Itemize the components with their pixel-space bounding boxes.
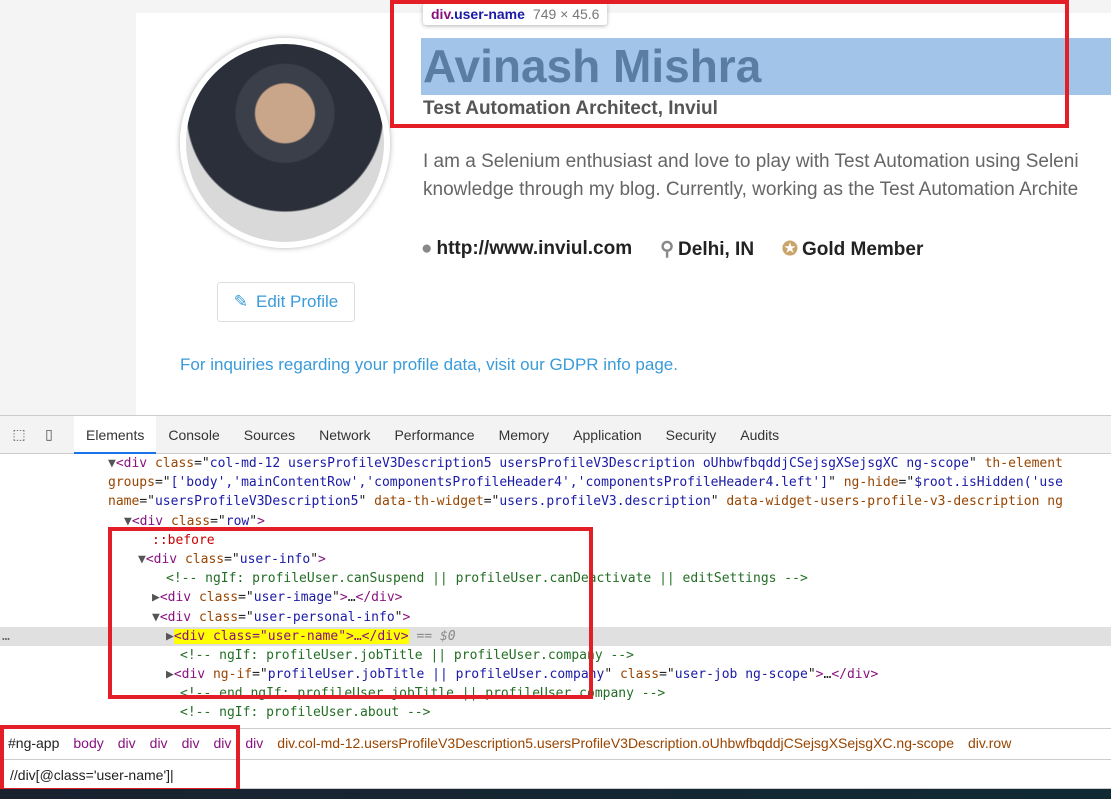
avatar — [180, 38, 390, 248]
code-token: <!-- ngIf: profileUser.about --> — [180, 705, 431, 721]
tree-line[interactable]: <!-- ngIf: profileUser.about --> — [0, 703, 1111, 722]
code-token: class — [619, 667, 660, 683]
code-token: $root.isHidden('use — [914, 475, 1063, 491]
code-token: " — [710, 494, 727, 510]
tab-sources[interactable]: Sources — [232, 416, 307, 454]
code-token: col-md-12 usersProfileV3Description5 use… — [209, 456, 969, 471]
code-token: <div — [115, 456, 155, 471]
tab-application[interactable]: Application — [561, 416, 654, 454]
code-token: " — [807, 667, 816, 683]
annotation-box-tree — [108, 527, 593, 699]
code-token: data-th-widget — [374, 494, 484, 510]
membership: ✪ Gold Member — [782, 239, 924, 260]
tab-performance[interactable]: Performance — [382, 416, 486, 454]
code-token: usersProfileV3Description5 — [154, 494, 359, 510]
tab-elements[interactable]: Elements — [74, 415, 157, 454]
code-token: name — [108, 494, 140, 510]
code-token: " — [828, 475, 844, 491]
code-token: user-job ng-scope — [674, 667, 808, 683]
code-token: =" — [194, 456, 210, 471]
tab-audits[interactable]: Audits — [728, 416, 791, 454]
taskbar — [0, 789, 1111, 799]
tree-line[interactable]: groups="['body','mainContentRow','compon… — [0, 473, 1111, 492]
medal-icon: ✪ — [782, 239, 798, 260]
breadcrumb-item[interactable]: div.col-md-12.usersProfileV3Description5… — [277, 735, 954, 751]
code-token: ['body','mainContentRow','componentsProf… — [170, 475, 829, 491]
user-meta: ● http://www.inviul.com ⚲ Delhi, IN ✪ Gold … — [421, 238, 923, 261]
tree-line[interactable]: ▼<div class="col-md-12 usersProfileV3Des… — [0, 454, 1111, 473]
code-token: =" — [154, 475, 171, 491]
expand-arrow-icon[interactable]: ▼ — [108, 456, 116, 471]
website-link[interactable]: ● http://www.inviul.com — [421, 238, 632, 261]
code-token: groups — [108, 475, 155, 491]
location: ⚲ Delhi, IN — [660, 239, 755, 260]
code-token: class — [154, 456, 195, 471]
edit-profile-button[interactable]: ✎ Edit Profile — [217, 282, 355, 322]
gdpr-link[interactable]: For inquiries regarding your profile dat… — [180, 355, 678, 375]
tab-security[interactable]: Security — [654, 416, 729, 454]
tree-line[interactable]: name="usersProfileV3Description5" data-t… — [0, 492, 1111, 511]
code-token: data-widget-users-profile-v3-description… — [726, 494, 1063, 510]
device-toolbar-icon[interactable]: ▯ — [38, 426, 60, 443]
code-token: th-element — [984, 456, 1063, 471]
tab-network[interactable]: Network — [307, 416, 382, 454]
tab-console[interactable]: Console — [156, 416, 231, 454]
code-token: " — [358, 494, 375, 510]
tab-memory[interactable]: Memory — [487, 416, 562, 454]
globe-icon: ● — [421, 238, 433, 259]
code-token: =" — [483, 494, 500, 510]
breadcrumb-item[interactable]: div — [245, 735, 263, 751]
code-token: =" — [898, 475, 915, 491]
code-token: " — [968, 456, 985, 471]
code-token: users.profileV3.description — [499, 494, 711, 510]
annotation-box-name — [390, 0, 1069, 128]
code-token: </div> — [831, 667, 879, 683]
code-token: " — [604, 667, 620, 683]
code-token: ng-hide — [843, 475, 899, 491]
breadcrumb-item[interactable]: div.row — [968, 735, 1011, 751]
code-token: =" — [139, 494, 155, 510]
user-about: I am a Selenium enthusiast and love to p… — [423, 151, 1079, 200]
map-pin-icon: ⚲ — [660, 239, 675, 260]
annotation-box-search — [0, 725, 240, 792]
devtools-tabs: ⬚ ▯ Elements Console Sources Network Perform… — [0, 415, 1111, 454]
inspect-element-icon[interactable]: ⬚ — [8, 426, 30, 443]
pencil-icon: ✎ — [233, 292, 249, 311]
code-token: =" — [659, 667, 675, 683]
